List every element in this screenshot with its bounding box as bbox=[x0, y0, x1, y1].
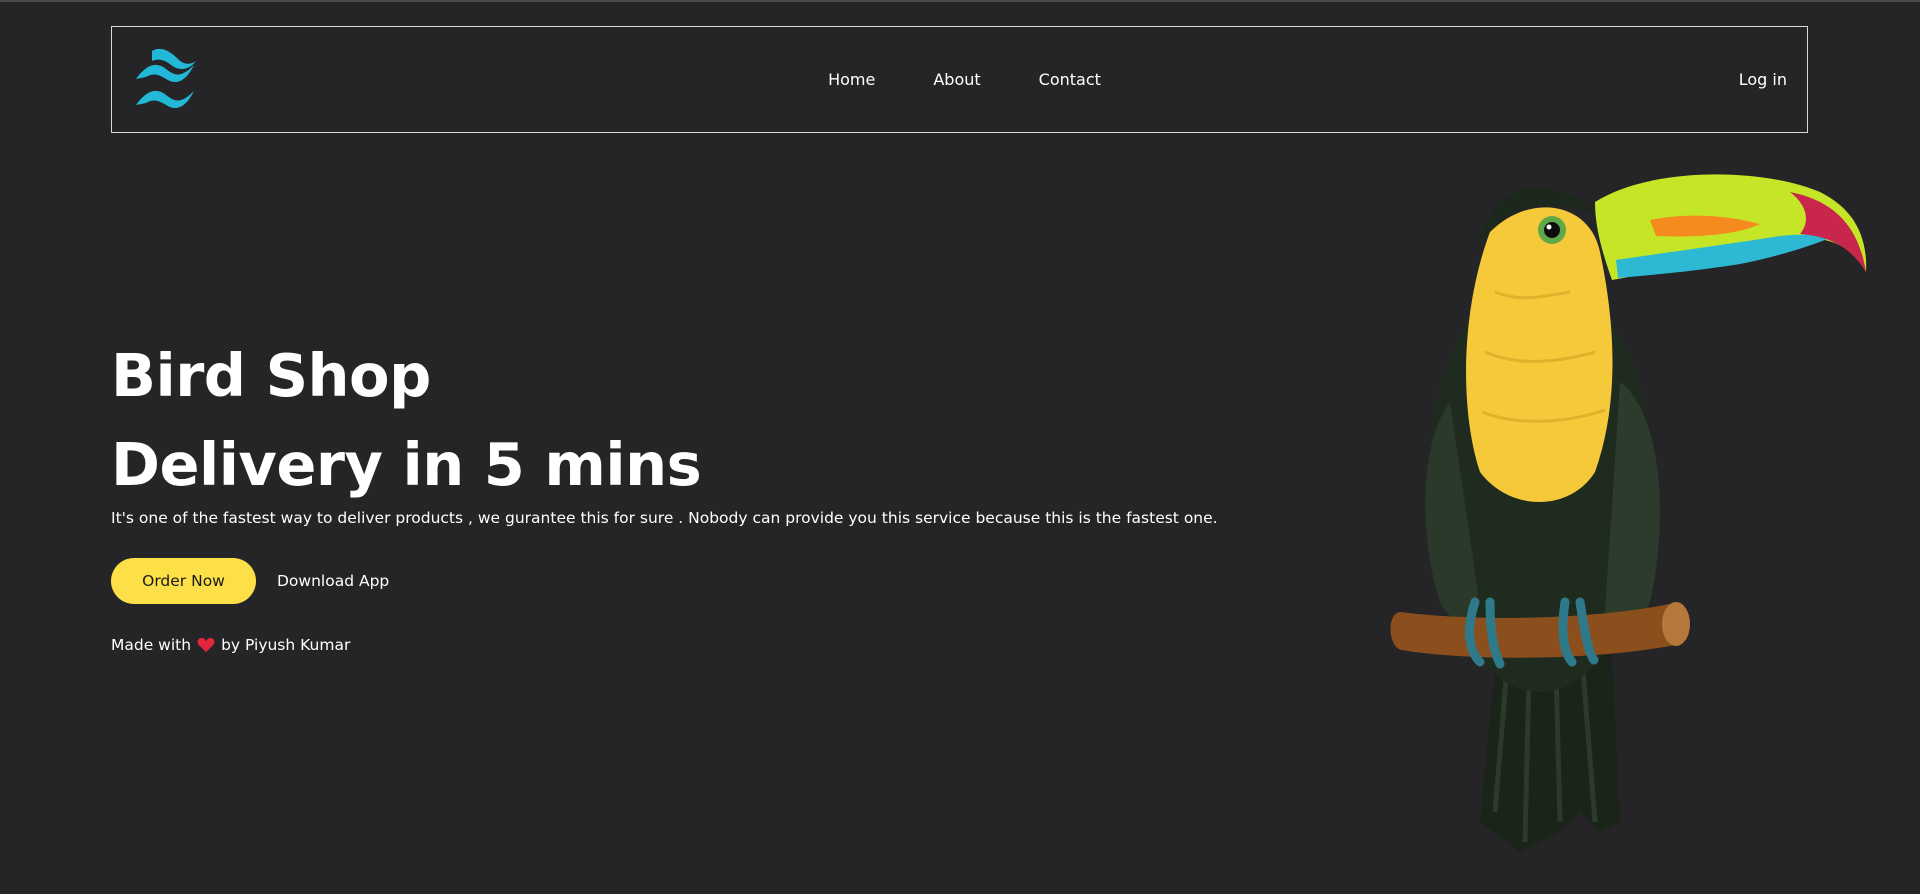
hero-description: It's one of the fastest way to deliver p… bbox=[111, 509, 1218, 527]
credit-line: Made with by Piyush Kumar bbox=[111, 636, 350, 654]
nav-link-contact[interactable]: Contact bbox=[1010, 70, 1130, 89]
credit-suffix: by Piyush Kumar bbox=[221, 636, 351, 654]
hero-title: Bird Shop bbox=[111, 341, 431, 410]
order-now-button[interactable]: Order Now bbox=[111, 558, 256, 604]
nav-link-about[interactable]: About bbox=[904, 70, 1009, 89]
hero-subtitle: Delivery in 5 mins bbox=[111, 430, 702, 499]
heart-icon bbox=[197, 637, 215, 653]
navbar: Home About Contact Log in bbox=[111, 26, 1808, 133]
login-link[interactable]: Log in bbox=[1739, 27, 1787, 132]
credit-prefix: Made with bbox=[111, 636, 192, 654]
nav-links: Home About Contact bbox=[112, 27, 1807, 132]
nav-link-home[interactable]: Home bbox=[799, 70, 904, 89]
toucan-illustration bbox=[1390, 174, 1867, 852]
download-app-button[interactable]: Download App bbox=[277, 558, 389, 604]
